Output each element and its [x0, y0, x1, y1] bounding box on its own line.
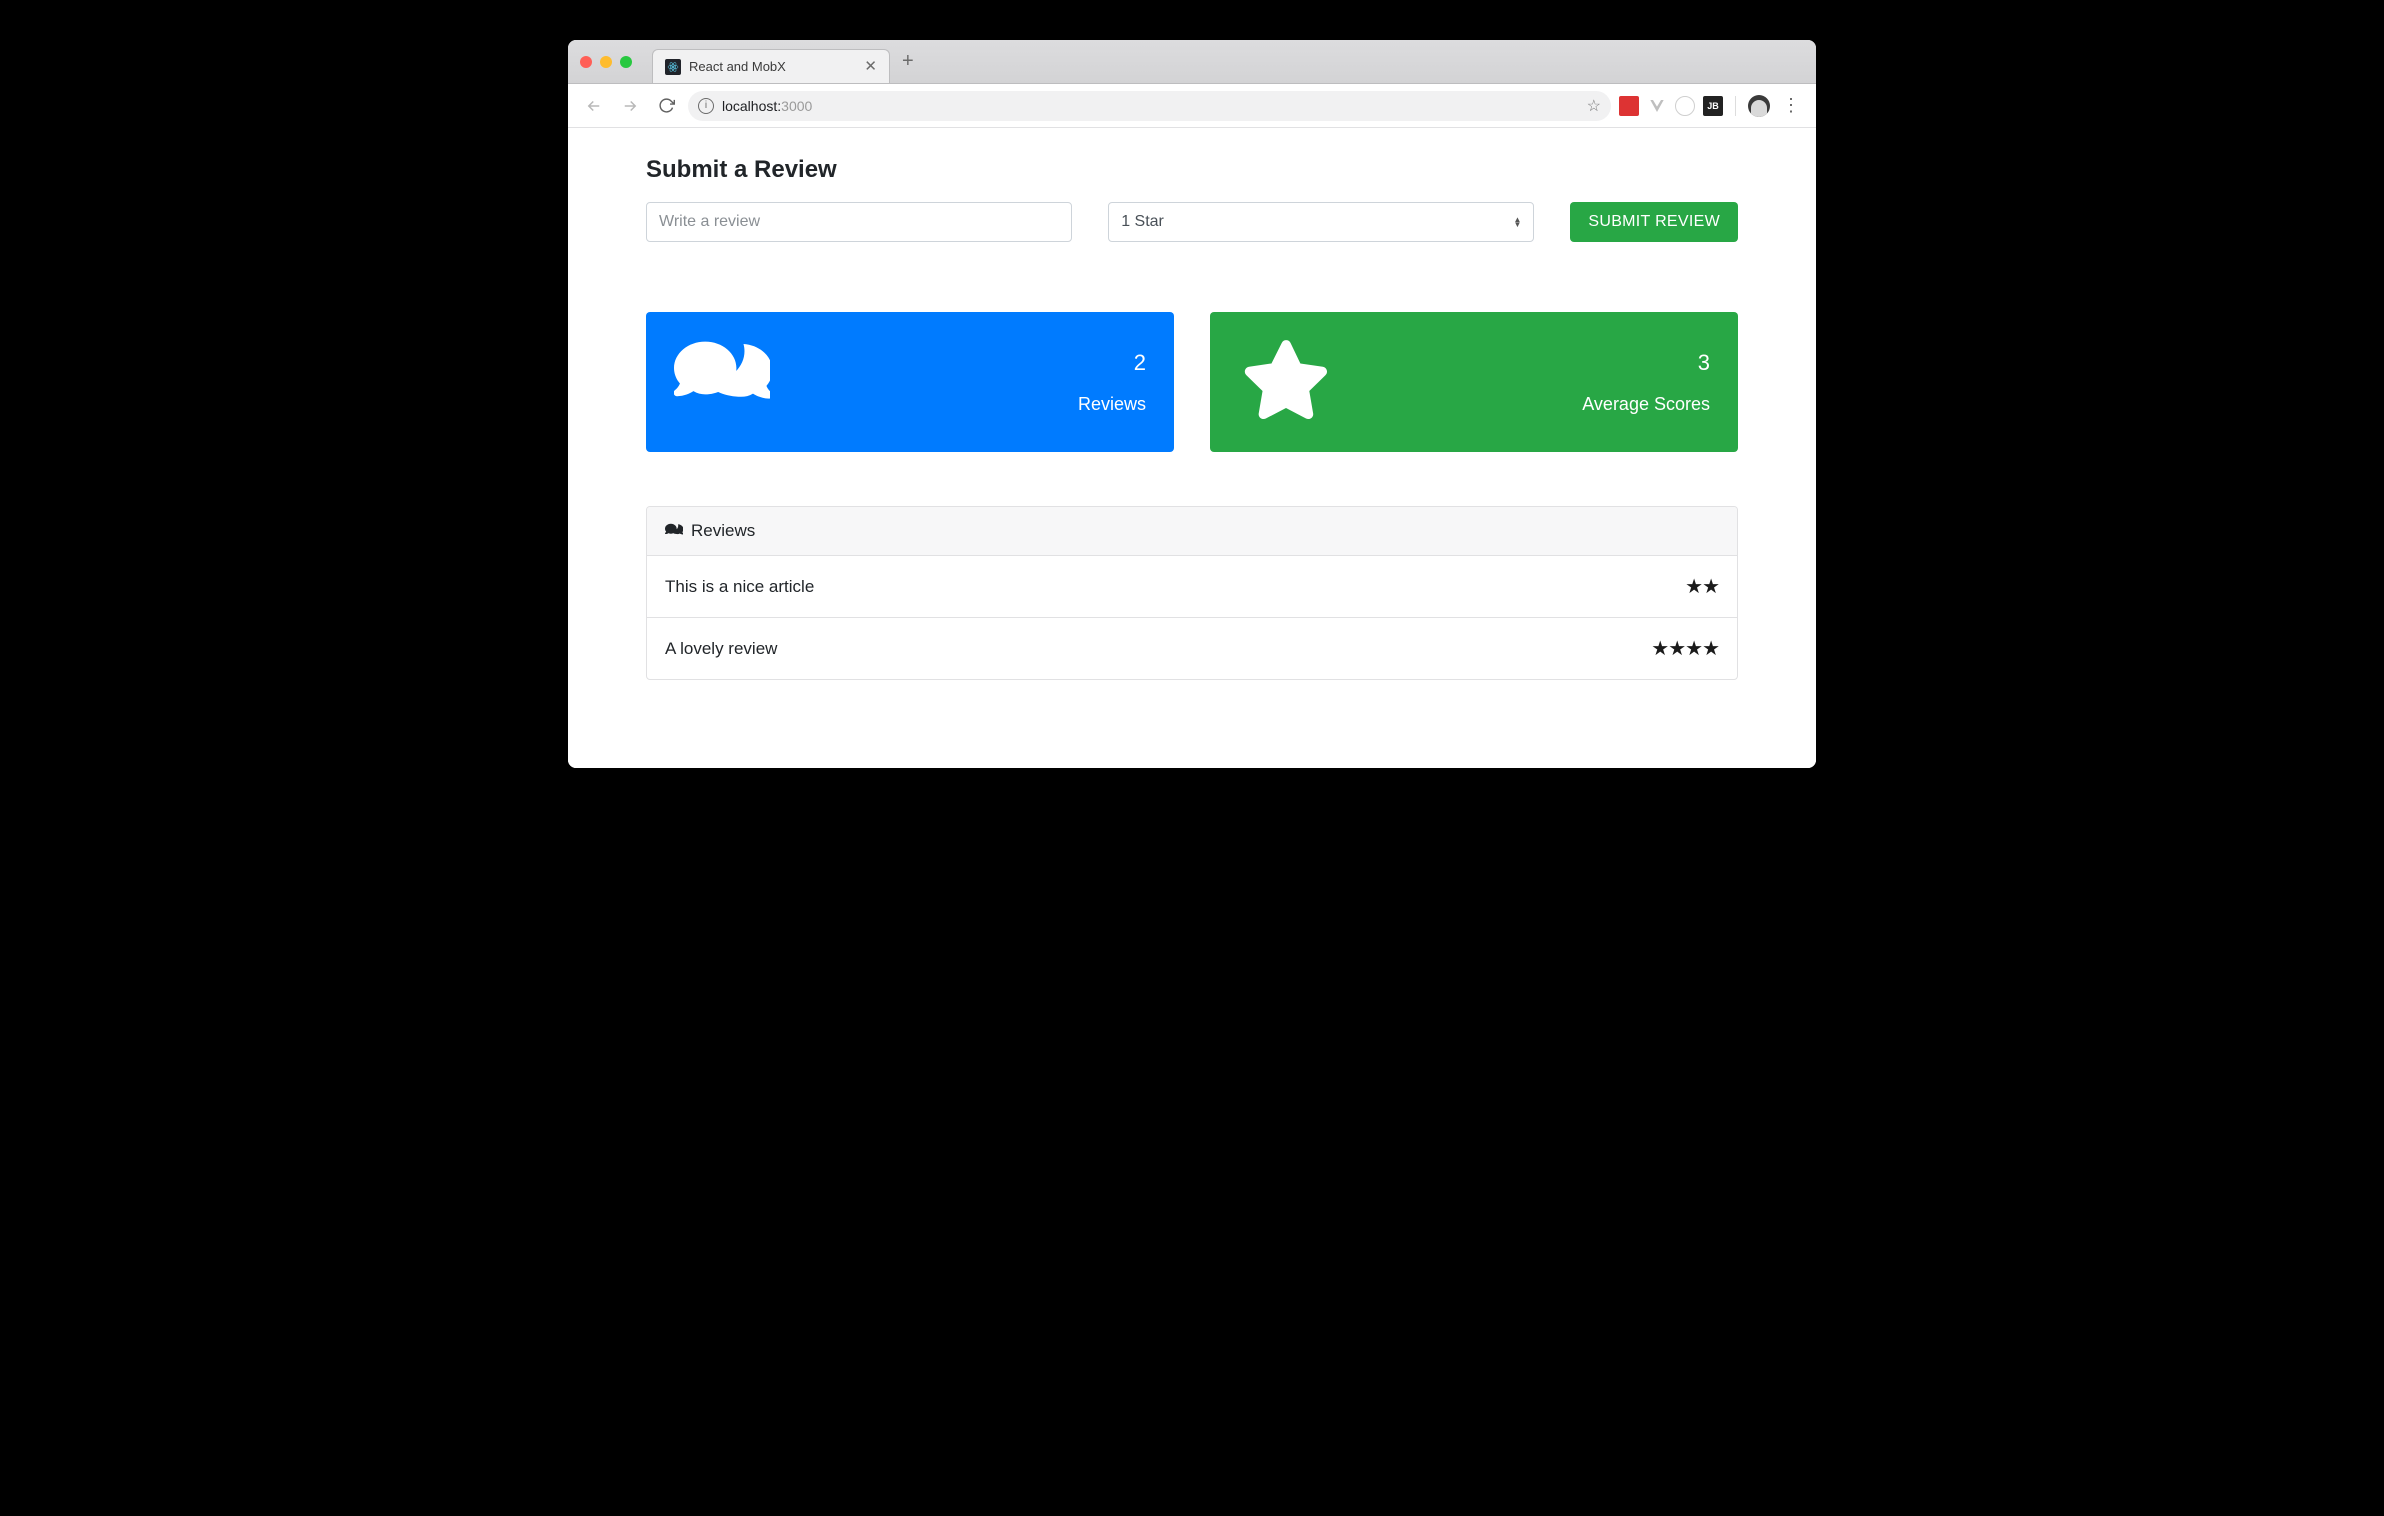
- review-form: 1 Star ▲▼ SUBMIT REVIEW: [646, 202, 1738, 242]
- browser-tab[interactable]: React and MobX ✕: [652, 49, 890, 83]
- average-card: 3 Average Scores: [1210, 312, 1738, 452]
- forward-button[interactable]: [616, 92, 644, 120]
- window-controls: [578, 56, 640, 68]
- page-viewport: Submit a Review 1 Star ▲▼ SUBMIT REVIEW: [568, 128, 1816, 768]
- reviews-count: 2: [1078, 350, 1146, 376]
- page-title: Submit a Review: [646, 156, 1738, 184]
- close-window-button[interactable]: [580, 56, 592, 68]
- browser-toolbar: i localhost:3000 ☆ JB ⋮: [568, 84, 1816, 128]
- comments-icon: [665, 522, 683, 540]
- submit-review-button[interactable]: SUBMIT REVIEW: [1570, 202, 1738, 242]
- browser-window: React and MobX ✕ + i localhost:3000 ☆ JB…: [568, 40, 1816, 768]
- star-select[interactable]: 1 Star ▲▼: [1108, 202, 1534, 242]
- toolbar-divider: [1735, 96, 1736, 116]
- reload-button[interactable]: [652, 92, 680, 120]
- site-info-icon[interactable]: i: [698, 98, 714, 114]
- review-text: A lovely review: [665, 639, 777, 659]
- reviews-panel-title: Reviews: [691, 521, 755, 541]
- review-stars: ★★: [1685, 574, 1719, 599]
- back-button[interactable]: [580, 92, 608, 120]
- average-label: Average Scores: [1582, 394, 1710, 415]
- bookmark-star-icon[interactable]: ☆: [1587, 96, 1601, 116]
- minimize-window-button[interactable]: [600, 56, 612, 68]
- star-icon: [1238, 340, 1334, 425]
- reviews-panel-header: Reviews: [647, 507, 1737, 556]
- profile-avatar[interactable]: [1748, 95, 1770, 117]
- extension-jb-icon[interactable]: JB: [1703, 96, 1723, 116]
- address-bar[interactable]: i localhost:3000 ☆: [688, 91, 1611, 121]
- review-stars: ★★★★: [1651, 636, 1719, 661]
- new-tab-button[interactable]: +: [890, 50, 926, 73]
- reviews-panel: Reviews This is a nice article ★★ A love…: [646, 506, 1738, 680]
- url-host: localhost:3000: [722, 98, 812, 114]
- reviews-card: 2 Reviews: [646, 312, 1174, 452]
- star-select-value: 1 Star: [1121, 213, 1164, 231]
- extension-vue-icon[interactable]: [1647, 96, 1667, 116]
- review-text: This is a nice article: [665, 577, 814, 597]
- tab-bar: React and MobX ✕ +: [568, 40, 1816, 84]
- average-count: 3: [1582, 350, 1710, 376]
- extension-icon-1[interactable]: [1619, 96, 1639, 116]
- comments-icon: [674, 340, 770, 425]
- review-input[interactable]: [646, 202, 1072, 242]
- tab-title: React and MobX: [689, 59, 856, 74]
- stat-cards: 2 Reviews 3 Average Scores: [646, 312, 1738, 452]
- react-favicon: [665, 59, 681, 75]
- browser-menu-button[interactable]: ⋮: [1778, 95, 1804, 116]
- select-caret-icon: ▲▼: [1513, 217, 1521, 227]
- list-item: This is a nice article ★★: [647, 556, 1737, 618]
- extension-icon-3[interactable]: [1675, 96, 1695, 116]
- reviews-label: Reviews: [1078, 394, 1146, 415]
- maximize-window-button[interactable]: [620, 56, 632, 68]
- list-item: A lovely review ★★★★: [647, 618, 1737, 679]
- close-tab-button[interactable]: ✕: [864, 59, 877, 74]
